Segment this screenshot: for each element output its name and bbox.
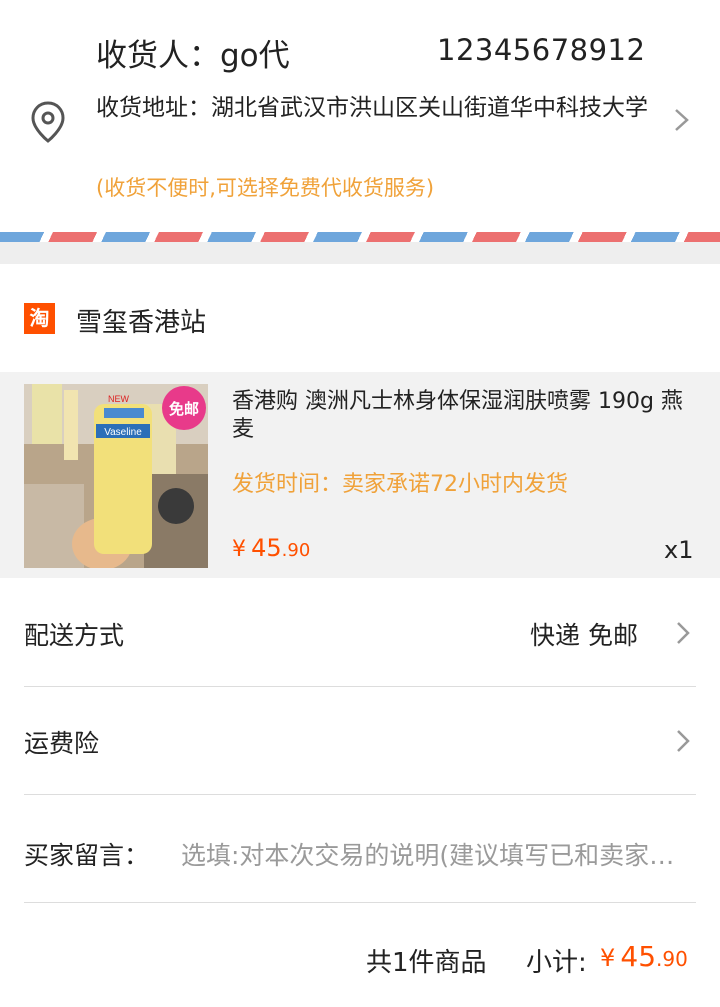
shipping-time: 发货时间：卖家承诺72小时内发货 <box>232 472 568 497</box>
price-decimal: .90 <box>281 540 311 561</box>
delivery-method-value: 快递 免邮 <box>530 621 638 650</box>
new-label-text: NEW <box>108 394 130 404</box>
bottle-brand-text: Vaseline <box>104 427 142 438</box>
section-gap <box>0 242 720 264</box>
currency-symbol: ¥ <box>600 944 616 972</box>
freight-insurance-row[interactable] <box>0 687 720 794</box>
taobao-logo-icon: 淘 <box>24 303 55 334</box>
subtotal-price: ¥ 45.90 <box>600 940 688 973</box>
buyer-message-label: 买家留言： <box>24 841 150 870</box>
product-title[interactable]: 香港购 澳洲凡士林身体保湿润肤喷雾 190g 燕麦 <box>232 388 692 444</box>
product-image[interactable]: Vaseline NEW 免邮 <box>24 384 208 568</box>
shipping-address: 收货地址：湖北省武汉市洪山区关山街道华中科技大学 <box>96 95 648 121</box>
pickup-service-note[interactable]: (收货不便时,可选择免费代收货服务) <box>96 172 434 202</box>
subtotal-label: 小计: <box>526 948 587 978</box>
airmail-stripe-divider <box>0 232 720 242</box>
shop-name[interactable]: 雪玺香港站 <box>76 302 206 339</box>
free-shipping-badge: 免邮 <box>169 400 199 418</box>
chevron-right-icon[interactable] <box>672 618 694 648</box>
product-quantity: x1 <box>664 536 694 564</box>
delivery-method-label: 配送方式 <box>24 621 125 650</box>
recipient-name: 收货人：go代 <box>96 38 290 74</box>
product-price: ¥ 45.90 <box>232 534 310 562</box>
currency-symbol: ¥ <box>232 537 246 562</box>
item-count: 共1件商品 <box>366 948 487 978</box>
location-pin-icon <box>31 101 65 143</box>
chevron-right-icon[interactable] <box>672 726 694 756</box>
row-divider <box>24 794 696 795</box>
price-decimal: .90 <box>656 947 688 971</box>
freight-insurance-label: 运费险 <box>24 729 100 758</box>
chevron-right-icon[interactable] <box>668 104 696 136</box>
price-integer: 45 <box>251 534 282 562</box>
price-integer: 45 <box>620 940 657 973</box>
recipient-phone: 12345678912 <box>437 33 646 67</box>
row-divider <box>24 902 696 903</box>
buyer-message-input[interactable]: 选填:对本次交易的说明(建议填写已和卖家协商一致的内容) <box>181 836 693 872</box>
